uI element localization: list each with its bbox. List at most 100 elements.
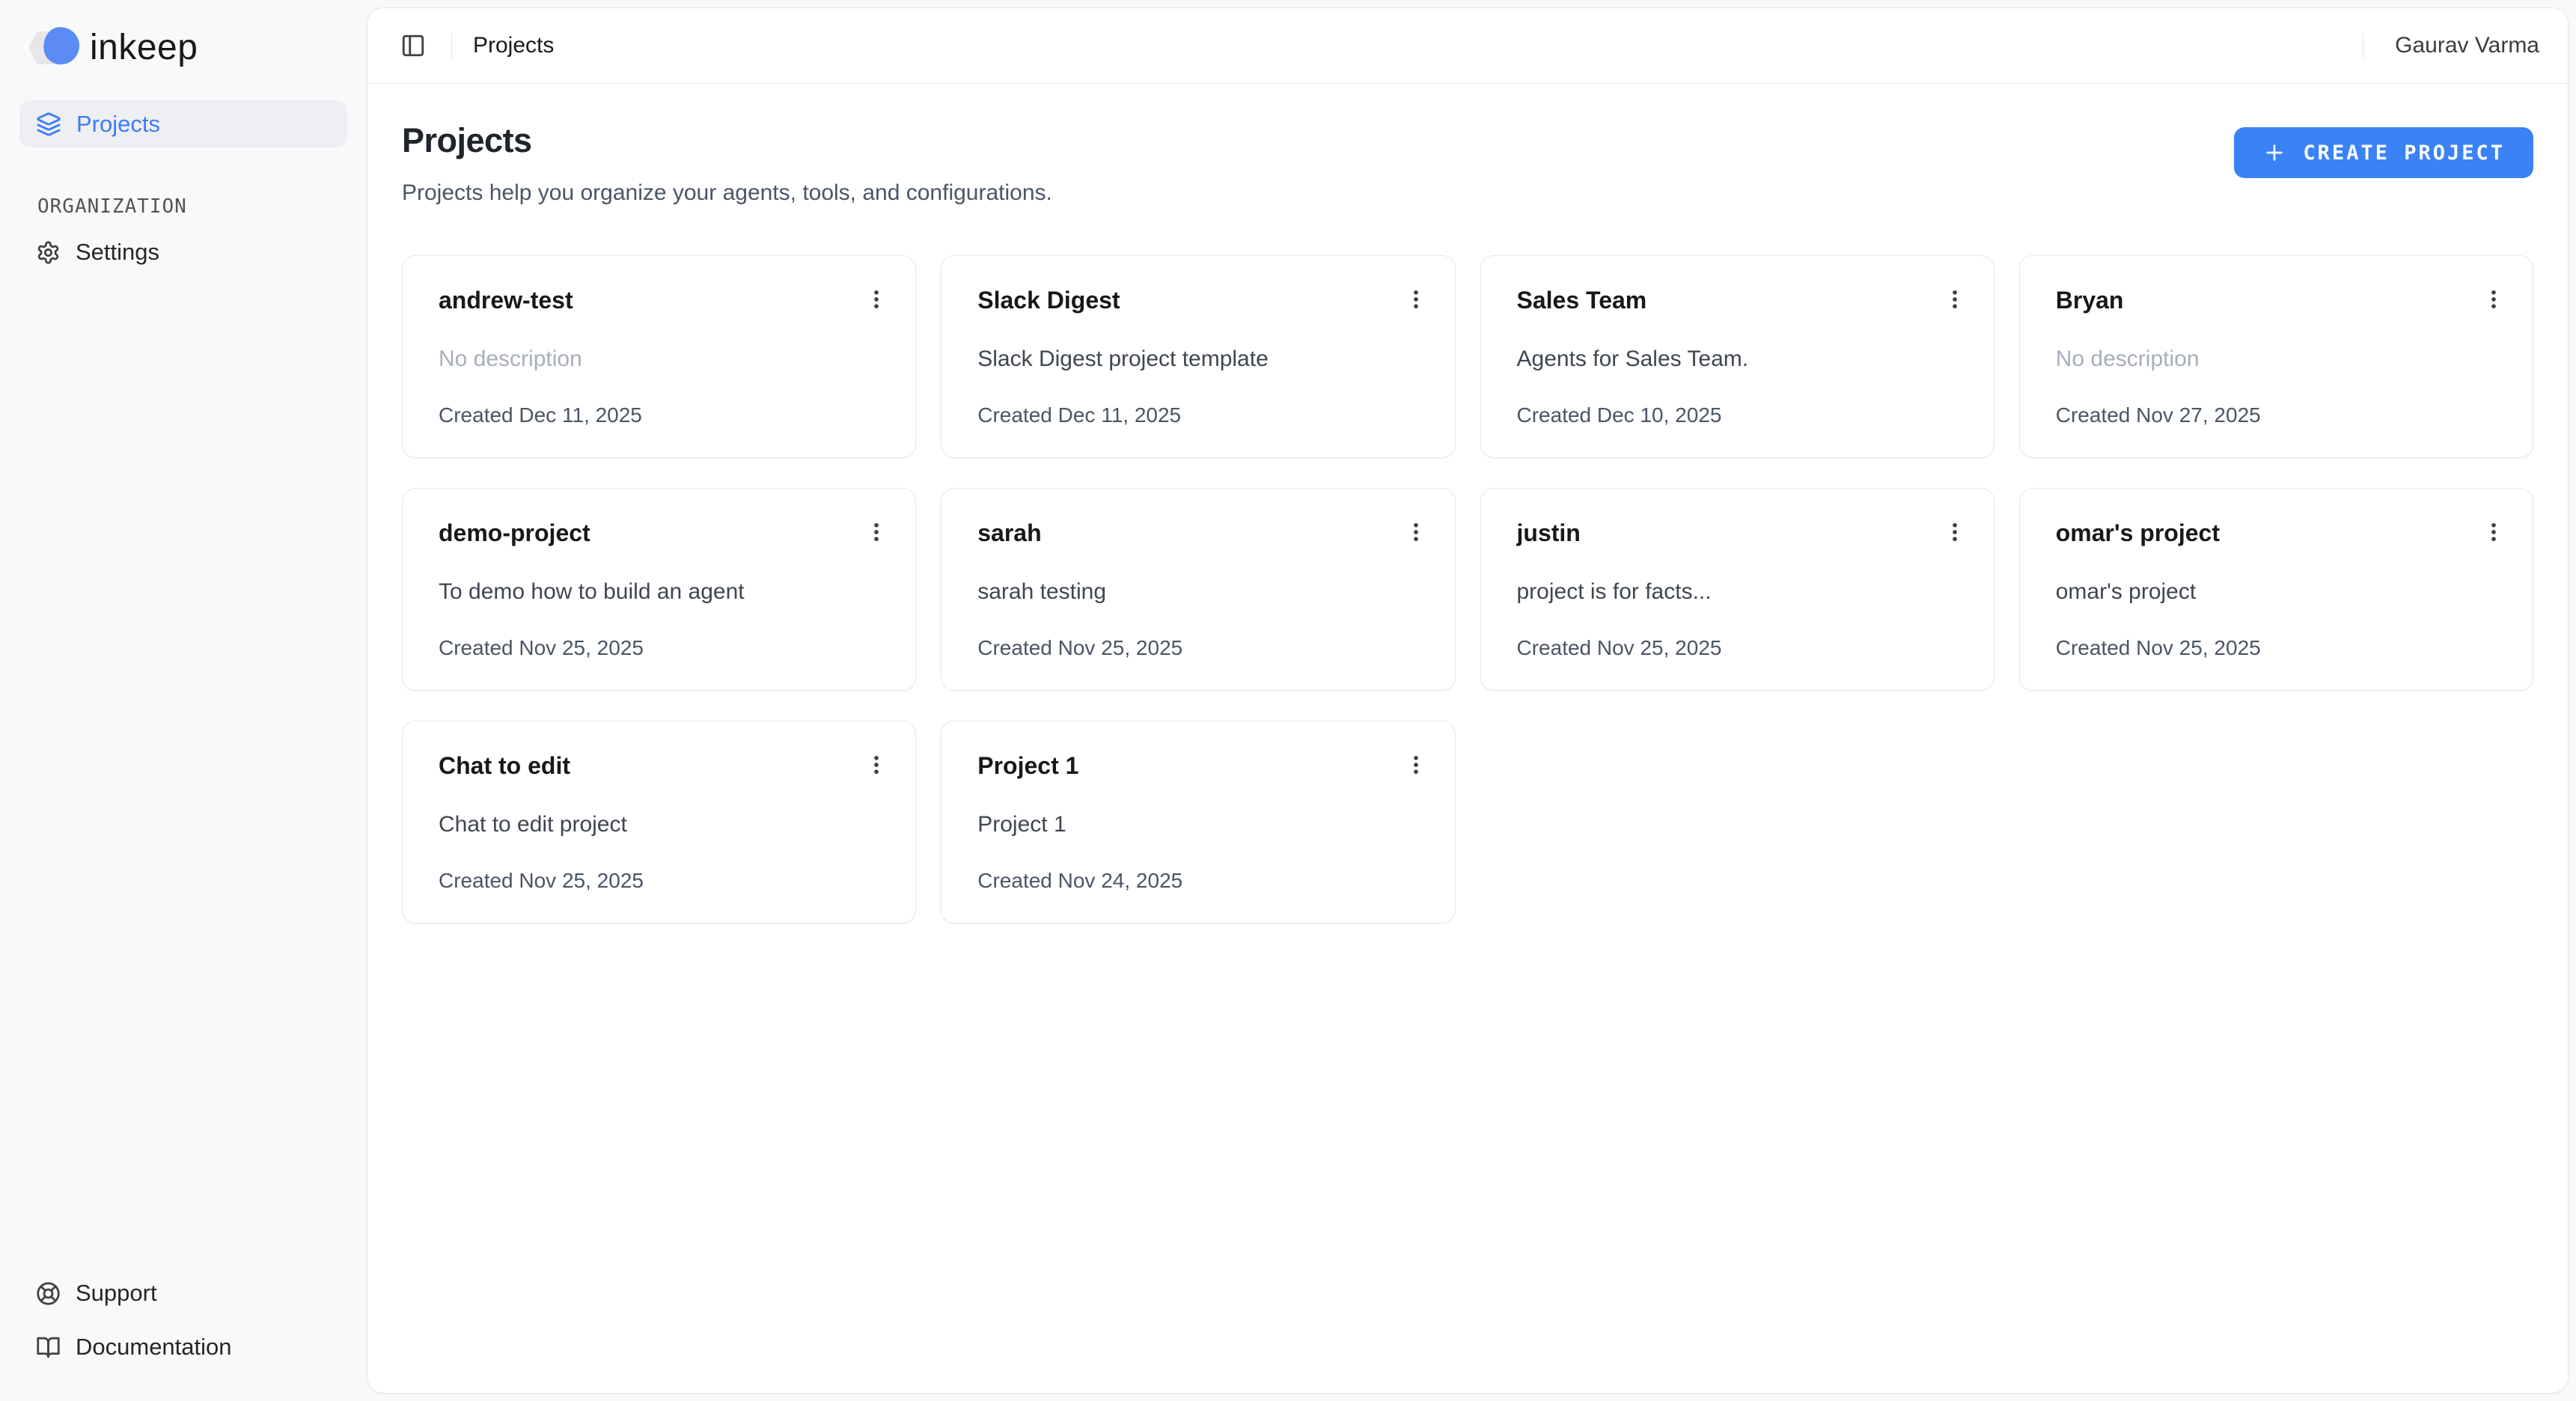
sidebar-item-label: Settings — [76, 239, 159, 266]
project-description: To demo how to build an agent — [439, 579, 881, 605]
project-created-date: Created Dec 11, 2025 — [977, 403, 1420, 427]
project-description: project is for facts... — [1517, 579, 1959, 605]
project-created-date: Created Nov 25, 2025 — [439, 868, 881, 893]
project-card[interactable]: justin project is for facts... Created N… — [1480, 488, 1994, 691]
sidebar-item-projects[interactable]: Projects — [19, 100, 347, 147]
sidebar-toggle-button[interactable] — [396, 28, 430, 63]
sidebar-item-settings[interactable]: Settings — [19, 228, 347, 276]
project-card-header: andrew-test — [439, 286, 881, 316]
page-heading-block: Projects Projects help you organize your… — [402, 121, 1052, 206]
life-buoy-icon — [36, 1281, 61, 1306]
project-name: Slack Digest — [977, 286, 1120, 314]
project-card-header: Sales Team — [1517, 286, 1959, 316]
topbar-divider — [451, 33, 452, 58]
project-menu-button[interactable] — [2479, 283, 2509, 316]
sidebar-item-documentation[interactable]: Documentation — [19, 1323, 347, 1371]
create-project-label: CREATE PROJECT — [2303, 141, 2505, 165]
sidebar-item-label: Support — [76, 1280, 157, 1307]
project-description: No description — [2056, 346, 2498, 373]
project-description: No description — [439, 346, 881, 373]
project-card[interactable]: andrew-test No description Created Dec 1… — [402, 255, 916, 458]
sidebar-item-label: Documentation — [76, 1334, 232, 1361]
panel-left-icon — [400, 33, 426, 58]
project-menu-button[interactable] — [861, 516, 891, 549]
main-panel: Projects Gaurav Varma Projects Projects … — [367, 7, 2569, 1394]
project-description: sarah testing — [977, 579, 1420, 605]
page-title: Projects — [402, 121, 1052, 160]
topbar: Projects Gaurav Varma — [367, 8, 2568, 84]
project-menu-button[interactable] — [1940, 516, 1970, 549]
gear-icon — [36, 240, 61, 265]
topbar-right: Gaurav Varma — [2363, 33, 2539, 58]
project-menu-button[interactable] — [1401, 748, 1431, 781]
project-card[interactable]: Slack Digest Slack Digest project templa… — [941, 255, 1455, 458]
create-project-button[interactable]: CREATE PROJECT — [2234, 127, 2533, 178]
project-created-date: Created Nov 25, 2025 — [977, 635, 1420, 660]
sidebar-item-label: Projects — [76, 111, 160, 138]
project-name: andrew-test — [439, 286, 573, 314]
kebab-menu-icon — [864, 519, 889, 545]
project-card-header: sarah — [977, 519, 1420, 549]
user-menu[interactable]: Gaurav Varma — [2395, 33, 2539, 58]
project-card[interactable]: sarah sarah testing Created Nov 25, 2025 — [941, 488, 1455, 691]
breadcrumb: Projects — [473, 33, 554, 58]
project-card-header: justin — [1517, 519, 1959, 549]
sidebar-item-support[interactable]: Support — [19, 1269, 347, 1317]
inkeep-logo-icon — [28, 25, 78, 69]
project-created-date: Created Nov 25, 2025 — [439, 635, 881, 660]
project-name: Bryan — [2056, 286, 2124, 314]
content-header: Projects Projects help you organize your… — [402, 121, 2533, 206]
project-description: Slack Digest project template — [977, 346, 1420, 373]
kebab-menu-icon — [1403, 752, 1429, 778]
kebab-menu-icon — [864, 752, 889, 778]
project-created-date: Created Nov 27, 2025 — [2056, 403, 2498, 427]
kebab-menu-icon — [2481, 287, 2506, 312]
sidebar-nav: Projects — [19, 100, 347, 147]
project-menu-button[interactable] — [1401, 516, 1431, 549]
kebab-menu-icon — [1403, 287, 1429, 312]
sidebar-footer: Support Documentation — [19, 1269, 347, 1371]
project-card[interactable]: omar's project omar's project Created No… — [2019, 488, 2533, 691]
kebab-menu-icon — [1403, 519, 1429, 545]
kebab-menu-icon — [2481, 519, 2506, 545]
project-menu-button[interactable] — [1940, 283, 1970, 316]
project-menu-button[interactable] — [1401, 283, 1431, 316]
inkeep-logo[interactable]: inkeep — [19, 22, 347, 72]
project-created-date: Created Dec 10, 2025 — [1517, 403, 1959, 427]
layers-icon — [36, 112, 61, 137]
project-card-header: Slack Digest — [977, 286, 1420, 316]
content-area: Projects Projects help you organize your… — [367, 84, 2568, 1393]
project-name: Project 1 — [977, 751, 1078, 780]
project-description: omar's project — [2056, 579, 2498, 605]
project-card[interactable]: Bryan No description Created Nov 27, 202… — [2019, 255, 2533, 458]
project-menu-button[interactable] — [861, 748, 891, 781]
kebab-menu-icon — [1942, 519, 1968, 545]
organization-section-label: ORGANIZATION — [37, 195, 347, 218]
project-card-header: demo-project — [439, 519, 881, 549]
project-card[interactable]: Sales Team Agents for Sales Team. Create… — [1480, 255, 1994, 458]
project-card-header: omar's project — [2056, 519, 2498, 549]
project-name: Chat to edit — [439, 751, 570, 780]
project-menu-button[interactable] — [861, 283, 891, 316]
project-menu-button[interactable] — [2479, 516, 2509, 549]
project-card[interactable]: demo-project To demo how to build an age… — [402, 488, 916, 691]
project-card-header: Bryan — [2056, 286, 2498, 316]
page-subtitle: Projects help you organize your agents, … — [402, 180, 1052, 206]
project-name: demo-project — [439, 519, 590, 547]
plus-icon — [2262, 141, 2286, 165]
project-card[interactable]: Chat to edit Chat to edit project Create… — [402, 721, 916, 924]
project-card-header: Project 1 — [977, 751, 1420, 781]
project-name: justin — [1517, 519, 1581, 547]
sidebar: inkeep Projects ORGANIZATION Settings — [0, 0, 367, 1401]
kebab-menu-icon — [864, 287, 889, 312]
logo-wordmark: inkeep — [90, 27, 198, 68]
project-created-date: Created Nov 25, 2025 — [2056, 635, 2498, 660]
project-description: Chat to edit project — [439, 811, 881, 838]
kebab-menu-icon — [1942, 287, 1968, 312]
project-card[interactable]: Project 1 Project 1 Created Nov 24, 2025 — [941, 721, 1455, 924]
project-name: Sales Team — [1517, 286, 1647, 314]
project-created-date: Created Nov 25, 2025 — [1517, 635, 1959, 660]
book-open-icon — [36, 1335, 61, 1360]
project-created-date: Created Nov 24, 2025 — [977, 868, 1420, 893]
project-description: Project 1 — [977, 811, 1420, 838]
